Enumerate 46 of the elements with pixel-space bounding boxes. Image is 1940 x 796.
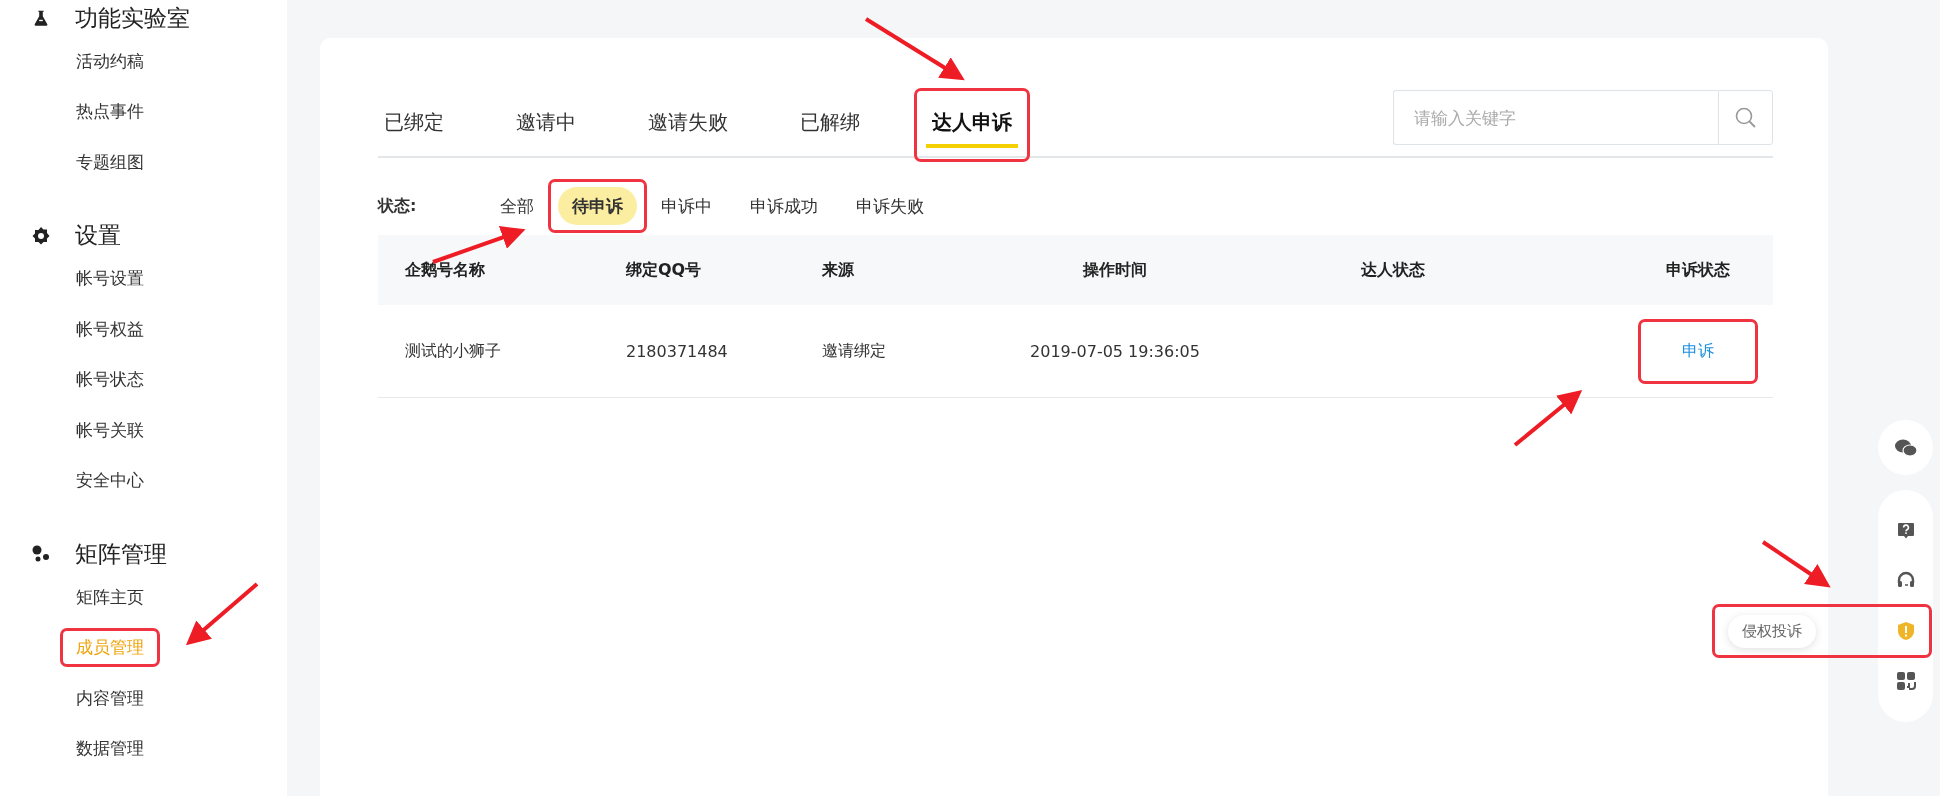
status-filter-option[interactable]: 全部 bbox=[486, 187, 549, 225]
column-header: 操作时间 bbox=[1081, 259, 1148, 281]
annotation-arrow bbox=[1761, 540, 1831, 588]
annotation-arrow bbox=[1513, 389, 1583, 447]
search-field[interactable]: 请输入关键字 bbox=[1393, 90, 1718, 145]
column-header: 企鹅号名称 bbox=[404, 259, 486, 281]
status-filter-option[interactable]: 申诉失败 bbox=[842, 187, 939, 225]
sidebar-item[interactable]: 安全中心 bbox=[66, 463, 154, 499]
sidebar-item[interactable]: 帐号权益 bbox=[66, 311, 154, 347]
sidebar-item[interactable]: 帐号关联 bbox=[66, 412, 154, 448]
sidebar-item[interactable]: 热点事件 bbox=[66, 94, 154, 130]
column-header: 申诉状态 bbox=[1664, 259, 1731, 281]
status-filter-option[interactable]: 申诉成功 bbox=[736, 187, 833, 225]
status-filter-option[interactable]: 待申诉 bbox=[558, 187, 638, 225]
sidebar-item[interactable]: 帐号状态 bbox=[66, 362, 154, 398]
table-cell-text: 2180371484 bbox=[625, 341, 729, 361]
sidebar-item[interactable]: 活动约稿 bbox=[66, 43, 154, 79]
table-cell-text: 邀请绑定 bbox=[821, 340, 887, 362]
sidebar-section-title: 设置 bbox=[75, 221, 121, 250]
search-icon bbox=[1733, 105, 1758, 130]
appeal-link[interactable]: 申诉 bbox=[1637, 318, 1758, 384]
sidebar-item[interactable]: 数据管理 bbox=[66, 731, 154, 767]
sidebar-item[interactable]: 专题组图 bbox=[66, 144, 154, 180]
filter-label: 状态: bbox=[378, 195, 417, 217]
gear-icon bbox=[30, 225, 52, 246]
tab[interactable]: 已绑定 bbox=[378, 90, 450, 148]
column-header: 绑定QQ号 bbox=[624, 259, 703, 281]
sidebar-item[interactable]: 矩阵主页 bbox=[66, 579, 154, 615]
sidebar-item[interactable]: 帐号设置 bbox=[66, 261, 154, 297]
help-icon[interactable] bbox=[1895, 521, 1916, 541]
column-header: 来源 bbox=[821, 259, 855, 281]
column-header: 达人状态 bbox=[1359, 259, 1426, 281]
dots-icon bbox=[30, 544, 52, 564]
tab[interactable]: 邀请中 bbox=[510, 90, 582, 148]
status-filter-option[interactable]: 申诉中 bbox=[647, 187, 727, 225]
qr-code-icon[interactable] bbox=[1895, 671, 1916, 691]
sidebar-section-title: 矩阵管理 bbox=[75, 539, 167, 569]
sidebar-section-title: 功能实验室 bbox=[75, 3, 190, 33]
tab[interactable]: 已解绑 bbox=[794, 90, 866, 148]
table-cell-text: 2019-07-05 19:36:05 bbox=[1029, 341, 1201, 361]
chat-bubbles-icon bbox=[1893, 437, 1918, 458]
tab[interactable]: 达人申诉 bbox=[926, 90, 1018, 148]
sidebar-item[interactable]: 内容管理 bbox=[66, 680, 154, 716]
tab[interactable]: 邀请失败 bbox=[642, 90, 734, 148]
tooltip: 侵权投诉 bbox=[1728, 615, 1816, 648]
table-cell-text: 测试的小狮子 bbox=[404, 340, 502, 362]
